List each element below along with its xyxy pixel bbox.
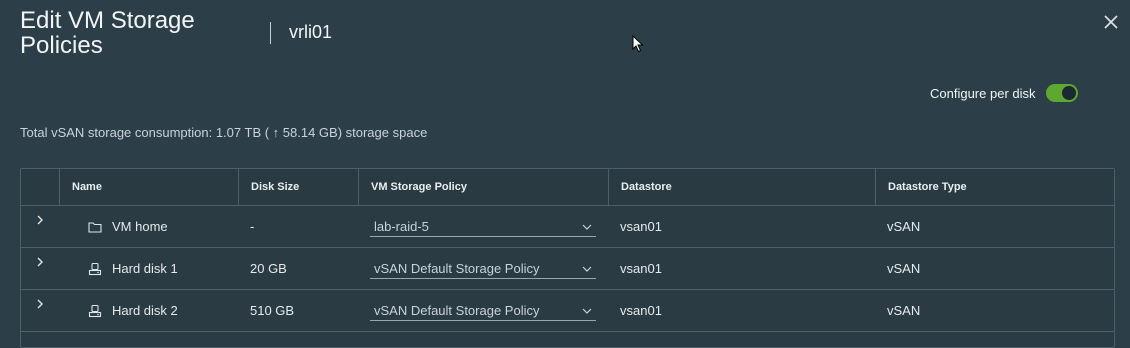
row-name: VM home (112, 219, 168, 234)
chevron-right-icon[interactable] (33, 297, 47, 311)
storage-policy-grid: Name Disk Size VM Storage Policy Datasto… (20, 168, 1115, 348)
close-icon (1104, 15, 1118, 29)
chevron-right-icon[interactable] (33, 255, 47, 269)
storage-policy-select[interactable]: vSAN Default Storage Policy (370, 301, 596, 321)
storage-policy-select[interactable]: vSAN Default Storage Policy (370, 259, 596, 279)
configure-per-disk-label: Configure per disk (930, 85, 1036, 101)
close-button[interactable] (1101, 12, 1121, 32)
chevron-down-icon (582, 308, 592, 314)
table-row: Hard disk 1 20 GB vSAN Default Storage P… (21, 248, 1114, 290)
column-header-disk-size[interactable]: Disk Size (238, 169, 358, 205)
table-row: VM home - lab-raid-5 vsan01 vSAN (21, 206, 1114, 248)
hard-disk-icon (88, 304, 102, 317)
row-datastore-type: vSAN (887, 303, 921, 318)
configure-per-disk-toggle[interactable] (1045, 84, 1078, 102)
toggle-knob (1061, 86, 1076, 100)
row-datastore: vsan01 (620, 219, 662, 234)
row-datastore-type: vSAN (887, 261, 921, 276)
expander-column-header (21, 169, 59, 205)
chevron-down-icon (582, 266, 592, 272)
row-name: Hard disk 2 (112, 303, 178, 318)
column-header-datastore[interactable]: Datastore (608, 169, 875, 205)
selected-policy: lab-raid-5 (374, 218, 429, 234)
chevron-right-icon[interactable] (33, 213, 47, 227)
storage-consumption-text: Total vSAN storage consumption: 1.07 TB … (20, 125, 428, 140)
configure-per-disk: Configure per disk (930, 84, 1078, 102)
title-divider (270, 22, 271, 44)
row-name: Hard disk 1 (112, 261, 178, 276)
grid-header: Name Disk Size VM Storage Policy Datasto… (21, 169, 1114, 206)
row-disk-size: - (250, 219, 255, 234)
table-row: Hard disk 2 510 GB vSAN Default Storage … (21, 290, 1114, 332)
row-disk-size: 510 GB (250, 303, 295, 318)
hard-disk-icon (88, 262, 102, 275)
row-datastore-type: vSAN (887, 219, 921, 234)
column-header-vm-storage-policy[interactable]: VM Storage Policy (358, 169, 608, 205)
storage-policy-select[interactable]: lab-raid-5 (370, 217, 596, 237)
column-header-datastore-type[interactable]: Datastore Type (875, 169, 1114, 205)
chevron-down-icon (582, 224, 592, 230)
row-datastore: vsan01 (620, 303, 662, 318)
column-header-name[interactable]: Name (59, 169, 238, 205)
folder-icon (88, 221, 102, 233)
vm-name: vrli01 (289, 22, 333, 42)
mouse-cursor-icon (632, 35, 644, 53)
selected-policy: vSAN Default Storage Policy (374, 302, 540, 318)
row-disk-size: 20 GB (250, 261, 287, 276)
selected-policy: vSAN Default Storage Policy (374, 260, 540, 276)
row-datastore: vsan01 (620, 261, 662, 276)
dialog-title: Edit VM Storage Policies (20, 7, 195, 59)
